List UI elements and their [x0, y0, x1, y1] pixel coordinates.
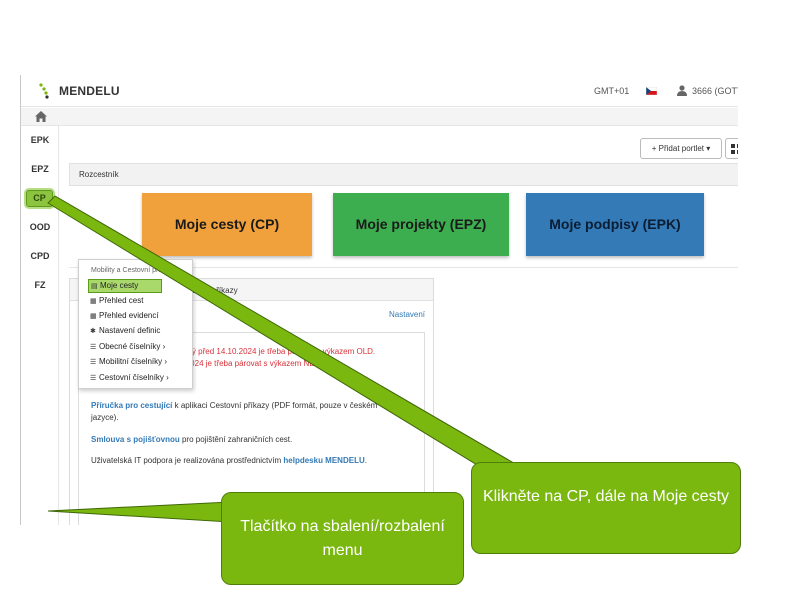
- callout-click-cp: Klikněte na CP, dále na Moje cesty: [471, 462, 741, 554]
- tutorial-slide: MENDELU GMT+01 3666 (GOTT EPK EPZ CP OOD…: [0, 0, 800, 600]
- arrow-to-cp: [47, 195, 513, 475]
- arrow-to-collapse: [47, 501, 231, 523]
- callout-collapse-menu: Tlačítko na sbalení/rozbalení menu: [221, 492, 464, 585]
